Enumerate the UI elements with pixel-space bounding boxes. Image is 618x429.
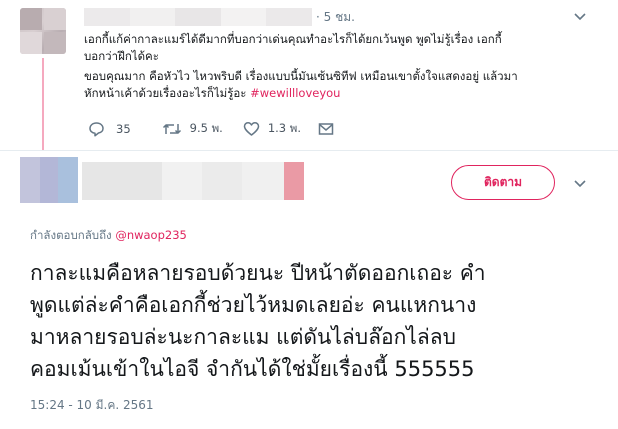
like-button[interactable]: 1.3 พ. [243, 120, 301, 138]
hashtag-link[interactable]: #wewillloveyou [250, 86, 340, 100]
envelope-icon [318, 122, 334, 136]
reply-handle-link[interactable]: @nwaop235 [115, 228, 187, 242]
tweet-text-line: ขอบคุณมาก คือหัวไว ไหวพริบดี เรื่องแบบนี… [84, 69, 518, 83]
reply-icon [88, 121, 105, 137]
avatar[interactable] [20, 157, 78, 203]
author-name-blurred[interactable] [82, 162, 304, 200]
tweet-text-line: มาหลายรอบล่ะนะกาละแม แต่ดันไล่บล๊อกไล่ลบ [30, 325, 456, 349]
heart-icon [243, 121, 260, 137]
avatar[interactable] [20, 8, 66, 54]
tweet-text: กาละแมคือหลายรอบด้วยนะ ปีหน้าตัดออกเถอะ … [30, 257, 600, 385]
tweet-text-line: กาละแมคือหลายรอบด้วยนะ ปีหน้าตัดออกเถอะ … [30, 261, 486, 285]
follow-button[interactable]: ติดตาม [451, 165, 555, 200]
retweet-button[interactable]: 9.5 พ. [162, 120, 223, 138]
tweet-text-line: หักหน้าเค้าด้วยเรื่องอะไรก็ไม่รู้อะ [84, 86, 247, 100]
chevron-down-icon[interactable] [574, 177, 586, 191]
like-count: 1.3 พ. [267, 121, 302, 135]
divider [0, 150, 618, 151]
reply-button[interactable]: 35 [88, 121, 131, 137]
tweet-text-line: คอมเม้นเข้าในไอจี จำกันได้ใช่มั้ยเรื่องน… [30, 357, 475, 381]
replying-to-label: กำลังตอบกลับถึง [30, 228, 112, 242]
author-name-blurred[interactable] [84, 8, 312, 26]
tweet-timestamp[interactable]: 15:24 - 10 มี.ค. 2561 [30, 396, 154, 415]
tweet-text: เอกกี้แก้ค่ากาละแมร์ได้ดีมากที่บอกว่าเด่… [84, 31, 584, 105]
dm-button[interactable] [318, 122, 334, 136]
replying-to: กำลังตอบกลับถึง @nwaop235 [30, 227, 187, 245]
reply-count: 35 [116, 122, 131, 136]
chevron-down-icon[interactable] [574, 10, 586, 24]
retweet-count: 9.5 พ. [189, 121, 223, 135]
tweet-time[interactable]: · 5 ชม. [316, 8, 355, 27]
tweet-actions: 35 9.5 พ. 1.3 พ. [88, 120, 334, 138]
thread-connector [42, 58, 44, 150]
tweet-text-line: เอกกี้แก้ค่ากาละแมร์ได้ดีมากที่บอกว่าเด่… [84, 32, 502, 46]
retweet-icon [162, 121, 182, 137]
tweet-text-line: พูดแต่ล่ะคำคือเอกกี้ช่วยไว้หมดเลยอ่ะ คนแ… [30, 293, 477, 317]
tweet-text-line: บอกว่าฝึกได้คะ [84, 49, 159, 63]
